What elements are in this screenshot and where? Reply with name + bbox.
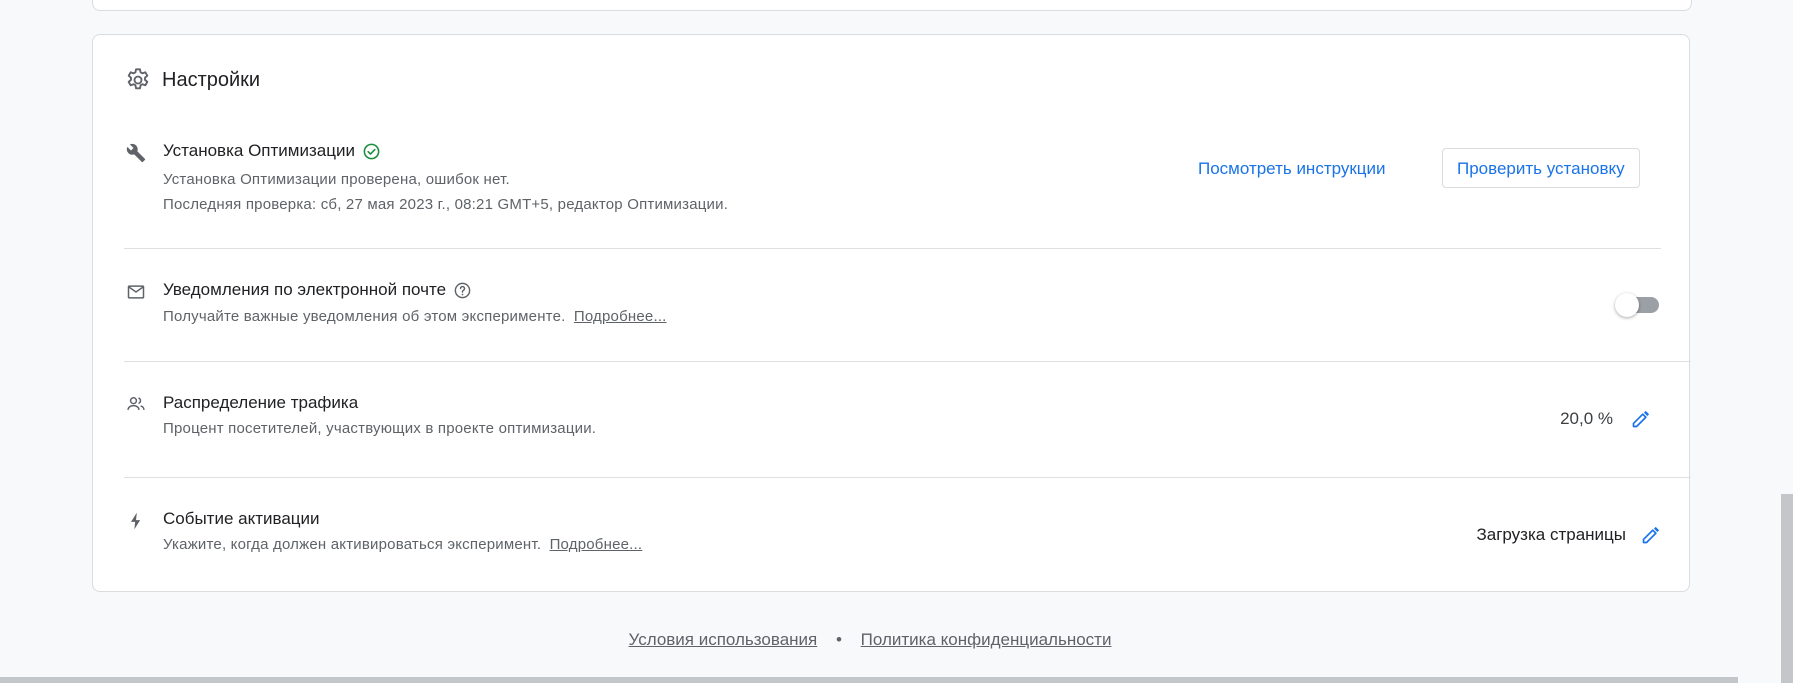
mail-icon [127,285,145,299]
email-desc-text: Получайте важные уведомления об этом экс… [163,308,566,325]
toggle-thumb [1615,293,1639,317]
install-title: Установка Оптимизации [163,141,355,160]
page: Настройки Установка Оптимизации Установк… [0,0,1793,683]
footer: Условия использования • Политика конфиде… [0,630,1740,650]
check-install-button[interactable]: Проверить установку [1442,148,1640,188]
help-icon[interactable] [453,281,472,300]
divider [124,248,1661,249]
activation-title: Событие активации [163,509,320,528]
install-row-title: Установка Оптимизации [163,141,381,161]
divider [124,361,1691,362]
pencil-icon[interactable] [1631,409,1651,429]
footer-separator: • [835,630,842,649]
email-row-title: Уведомления по электронной почте [163,280,472,300]
activation-desc: Укажите, когда должен активироваться экс… [163,536,642,553]
settings-title: Настройки [162,68,261,91]
settings-card: Настройки Установка Оптимизации Установк… [92,34,1691,592]
terms-link[interactable]: Условия использования [629,630,818,649]
activation-desc-text: Укажите, когда должен активироваться экс… [163,536,542,553]
horizontal-scrollbar[interactable] [0,677,1738,683]
activation-value: Загрузка страницы [1476,525,1626,544]
vertical-scrollbar-thumb[interactable] [1781,494,1793,683]
email-learn-more-link[interactable]: Подробнее... [574,308,667,325]
email-title: Уведомления по электронной почте [163,280,447,299]
traffic-title: Распределение трафика [163,393,359,412]
email-notifications-toggle[interactable] [1615,292,1659,318]
pencil-icon[interactable] [1641,525,1661,545]
traffic-desc: Процент посетителей, участвующих в проек… [163,420,597,437]
people-icon [127,397,145,410]
wrench-icon [126,143,146,163]
activation-learn-more-link[interactable]: Подробнее... [550,536,643,553]
settings-header: Настройки [124,66,260,94]
privacy-link[interactable]: Политика конфиденциальности [861,630,1112,649]
email-desc: Получайте важные уведомления об этом экс… [163,308,667,325]
divider [124,477,1691,478]
gear-icon [127,68,149,90]
traffic-value: 20,0 % [1560,409,1613,428]
check-circle-icon [363,143,380,159]
install-desc-line2: Последняя проверка: сб, 27 мая 2023 г., … [163,196,729,213]
view-instructions-button[interactable]: Посмотреть инструкции [1198,159,1386,179]
bolt-icon [131,512,141,530]
install-desc-line1: Установка Оптимизации проверена, ошибок … [163,171,510,188]
previous-card [92,0,1692,11]
